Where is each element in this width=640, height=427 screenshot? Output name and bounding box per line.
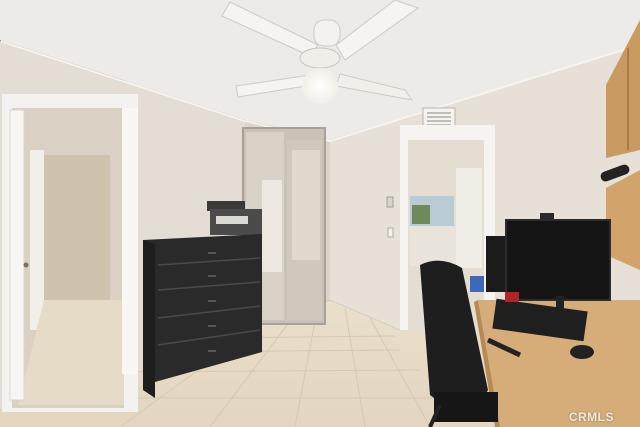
- thermostat: [386, 196, 394, 208]
- room-illustration: [0, 0, 640, 427]
- adjacent-room-wall: [410, 226, 456, 266]
- hallway-door: [30, 150, 44, 330]
- blue-bag: [470, 276, 484, 292]
- door-knob: [23, 262, 29, 268]
- mirror-reflected-doorway: [262, 180, 282, 272]
- adjacent-room-door: [456, 168, 482, 268]
- window-greenery: [412, 205, 430, 224]
- rear-monitor: [486, 236, 508, 292]
- red-box: [505, 292, 519, 302]
- open-door-left: [9, 109, 25, 401]
- light-switch: [387, 227, 394, 238]
- mouse: [570, 345, 594, 359]
- watermark: CRMLS: [568, 410, 614, 424]
- hallway-wall: [44, 155, 110, 305]
- computer-monitor: [505, 219, 611, 314]
- door-casing-right: [122, 108, 138, 374]
- mirror-reflected-wall: [292, 150, 320, 260]
- webcam: [540, 213, 554, 220]
- room-photo: CRMLS: [0, 0, 640, 427]
